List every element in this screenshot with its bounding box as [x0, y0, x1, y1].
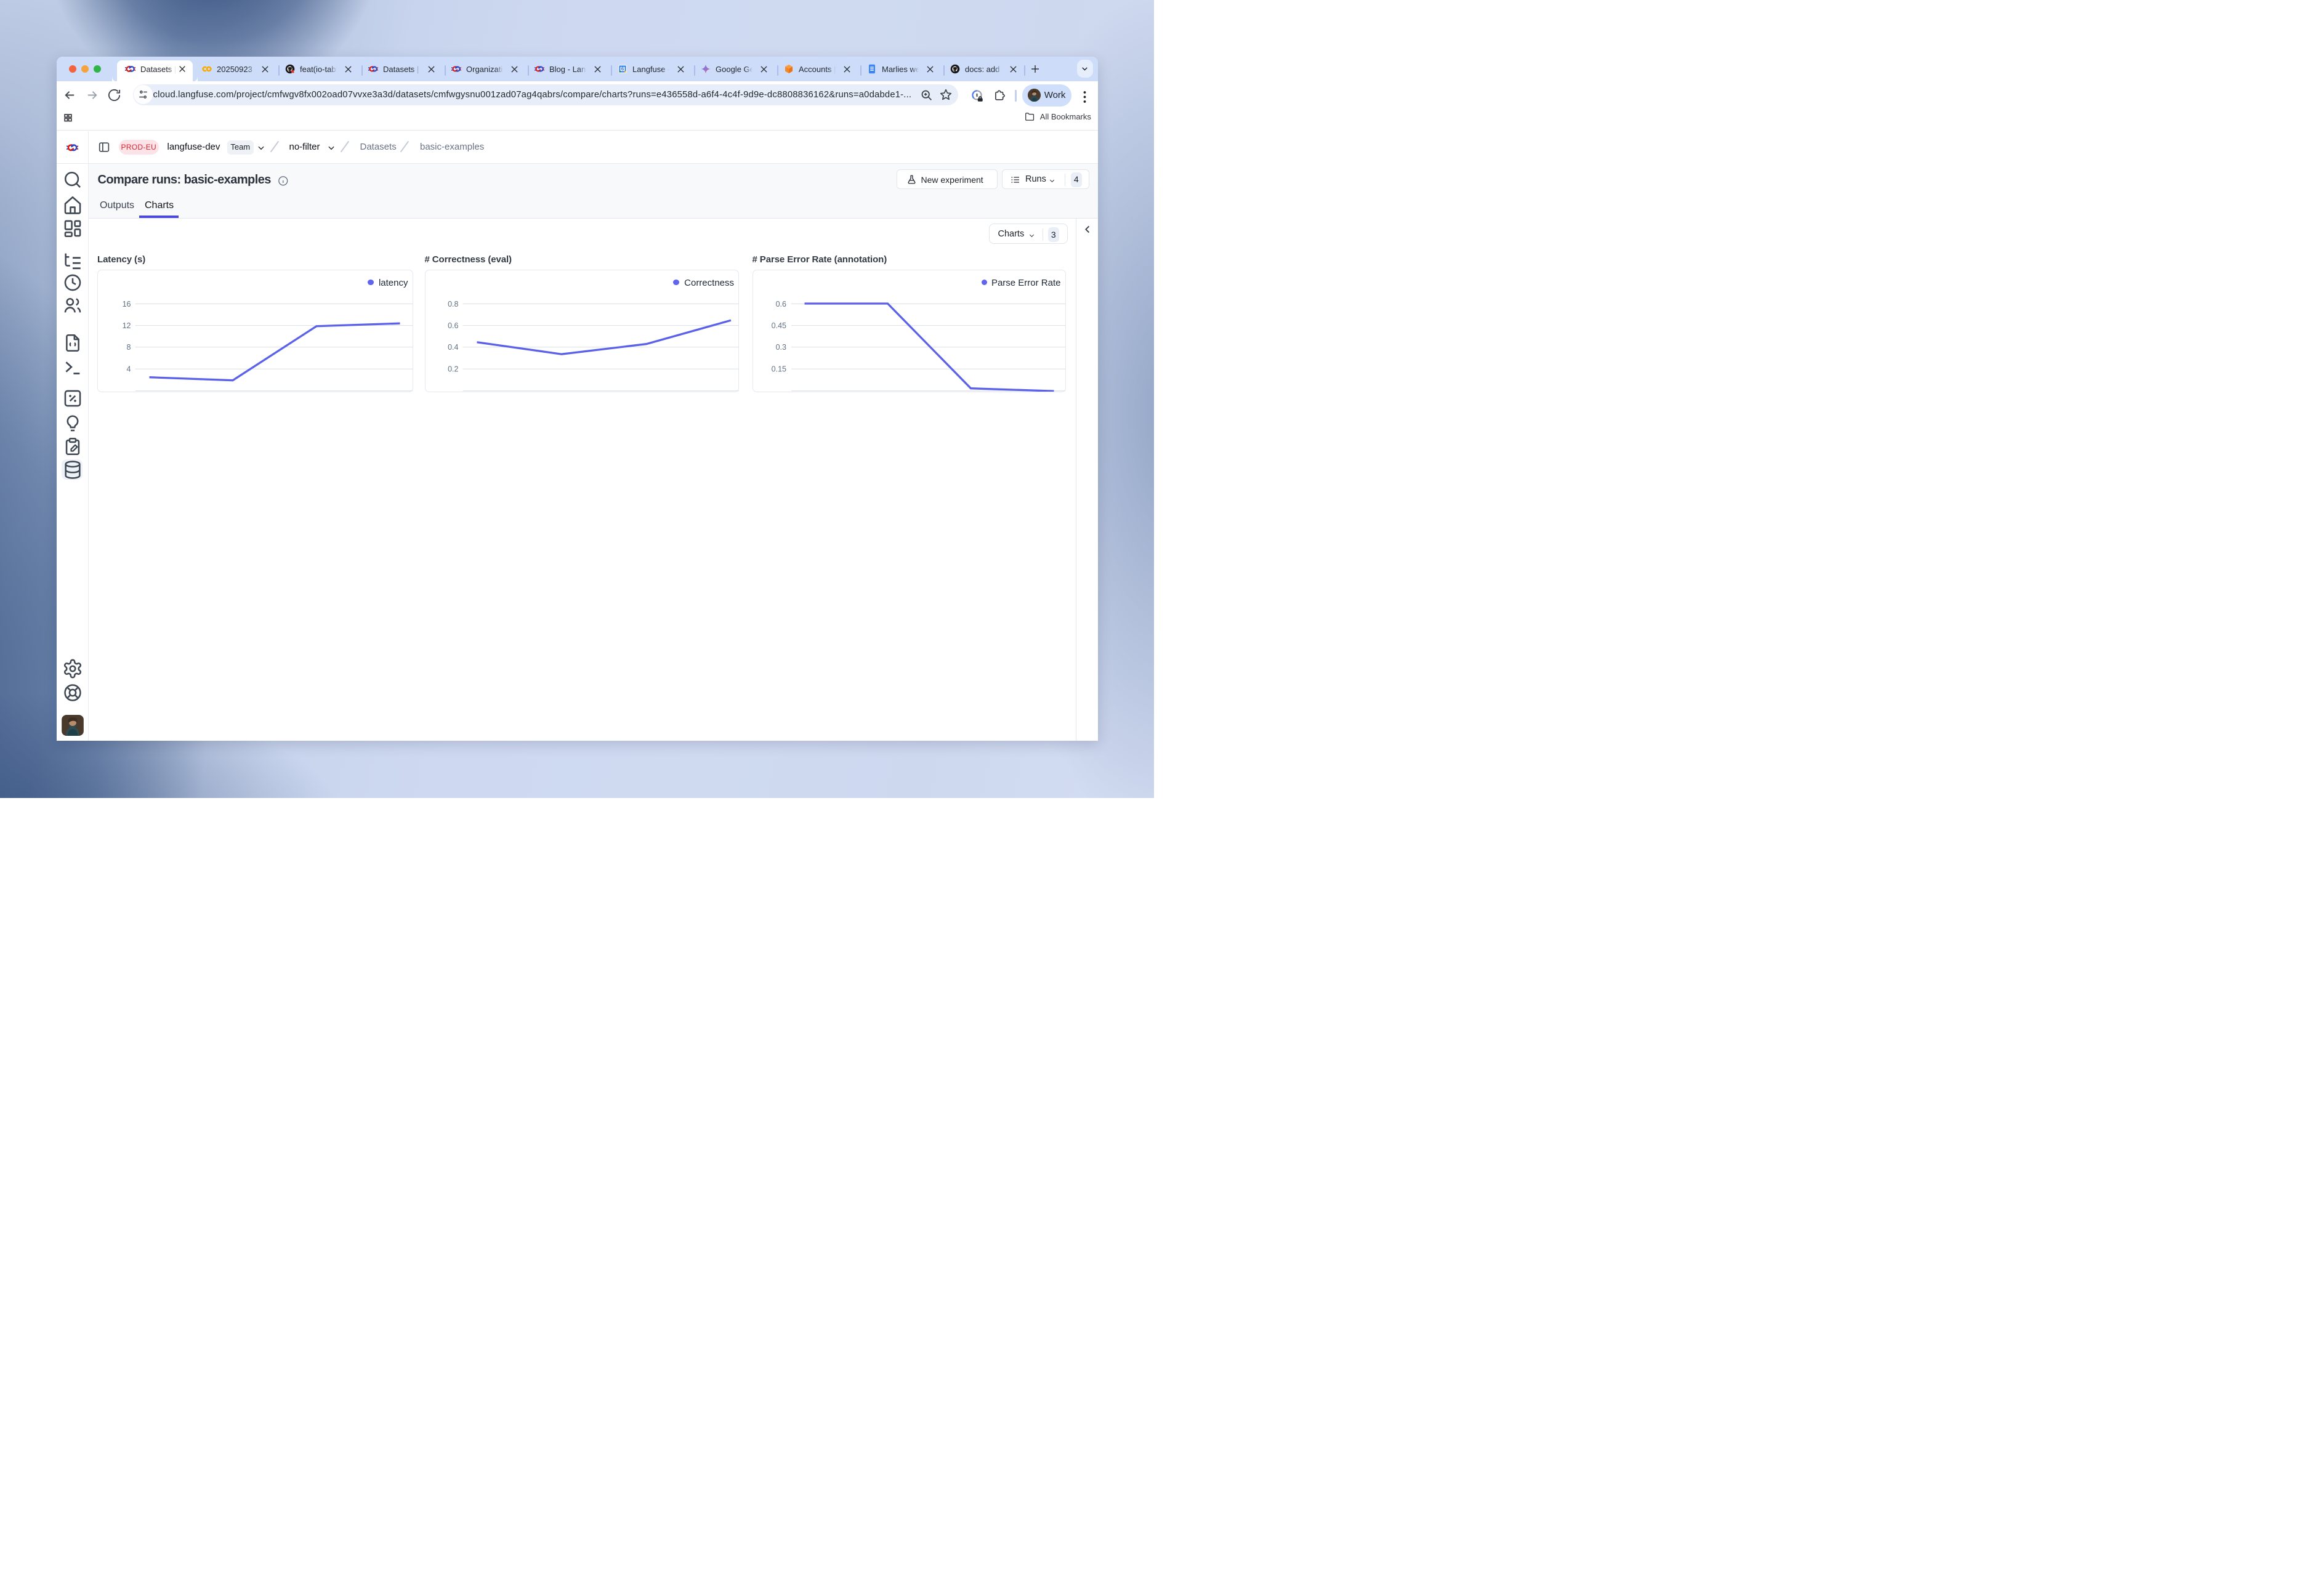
- svg-text:12: 12: [123, 321, 131, 330]
- svg-text:0.15: 0.15: [771, 365, 786, 374]
- svg-text:8: 8: [127, 343, 131, 352]
- svg-text:0.8: 0.8: [448, 300, 458, 308]
- svg-text:16: 16: [123, 300, 131, 308]
- svg-text:0.2: 0.2: [448, 365, 458, 374]
- svg-text:0.45: 0.45: [771, 321, 786, 330]
- svg-text:0.6: 0.6: [775, 300, 786, 308]
- svg-text:4: 4: [127, 365, 131, 374]
- svg-text:6: 6: [621, 66, 624, 71]
- svg-text:0.4: 0.4: [448, 343, 458, 352]
- svg-text:0.6: 0.6: [448, 321, 458, 330]
- svg-text:0.3: 0.3: [775, 343, 786, 352]
